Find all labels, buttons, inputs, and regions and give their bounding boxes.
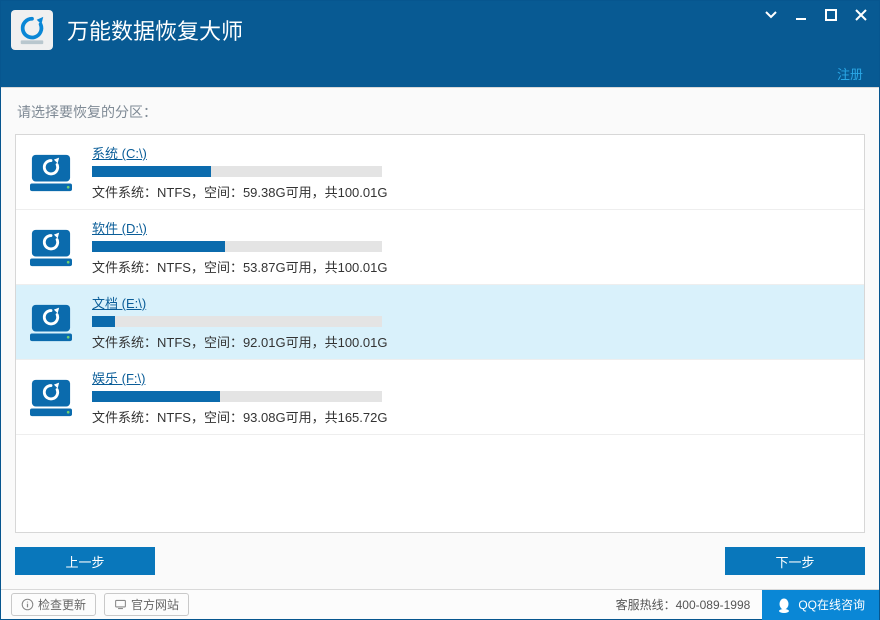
app-title: 万能数据恢复大师	[67, 14, 243, 46]
info-icon	[21, 598, 34, 611]
hotline: 客服热线：400-089-1998	[616, 596, 751, 613]
next-button[interactable]: 下一步	[725, 547, 865, 575]
qq-support-button[interactable]: QQ在线咨询	[762, 590, 879, 620]
close-icon[interactable]	[853, 7, 869, 23]
minimize-icon[interactable]	[793, 7, 809, 23]
partition-name: 软件 (D:\)	[92, 218, 147, 237]
usage-fill	[92, 166, 211, 177]
usage-fill	[92, 316, 115, 327]
partition-detail: 文件系统：NTFS，空间：92.01G可用，共100.01G	[92, 332, 854, 351]
register-link[interactable]: 注册	[837, 64, 863, 83]
usage-bar	[92, 316, 382, 327]
app-window: 万能数据恢复大师 注册 请选择要恢复的分区： 系统 (C:\) 文件系统：NTF…	[0, 0, 880, 620]
footer: 检查更新 官方网站 客服热线：400-089-1998 QQ在线咨询	[1, 589, 879, 619]
partition-row[interactable]: 软件 (D:\) 文件系统：NTFS，空间：53.87G可用，共100.01G	[16, 210, 864, 285]
titlebar: 万能数据恢复大师	[1, 1, 879, 59]
usage-bar	[92, 166, 382, 177]
partition-detail: 文件系统：NTFS，空间：59.38G可用，共100.01G	[92, 182, 854, 201]
partition-name: 娱乐 (F:\)	[92, 368, 145, 387]
maximize-icon[interactable]	[823, 7, 839, 23]
register-bar: 注册	[1, 59, 879, 87]
app-logo	[11, 10, 53, 50]
content-area: 请选择要恢复的分区： 系统 (C:\) 文件系统：NTFS，空间：59.38G可…	[1, 87, 879, 589]
dropdown-icon[interactable]	[763, 7, 779, 23]
disk-icon	[26, 300, 76, 344]
usage-fill	[92, 391, 220, 402]
window-controls	[763, 7, 869, 23]
partition-list: 系统 (C:\) 文件系统：NTFS，空间：59.38G可用，共100.01G …	[15, 134, 865, 533]
prev-button[interactable]: 上一步	[15, 547, 155, 575]
partition-detail: 文件系统：NTFS，空间：53.87G可用，共100.01G	[92, 257, 854, 276]
partition-row[interactable]: 系统 (C:\) 文件系统：NTFS，空间：59.38G可用，共100.01G	[16, 135, 864, 210]
monitor-icon	[114, 598, 127, 611]
prompt-text: 请选择要恢复的分区：	[1, 88, 879, 134]
usage-bar	[92, 241, 382, 252]
usage-fill	[92, 241, 225, 252]
partition-row[interactable]: 文档 (E:\) 文件系统：NTFS，空间：92.01G可用，共100.01G	[16, 285, 864, 360]
official-website-button[interactable]: 官方网站	[104, 593, 189, 616]
partition-detail: 文件系统：NTFS，空间：93.08G可用，共165.72G	[92, 407, 854, 426]
partition-info: 娱乐 (F:\) 文件系统：NTFS，空间：93.08G可用，共165.72G	[92, 368, 854, 426]
partition-info: 软件 (D:\) 文件系统：NTFS，空间：53.87G可用，共100.01G	[92, 218, 854, 276]
partition-name: 文档 (E:\)	[92, 293, 146, 312]
official-website-label: 官方网站	[131, 596, 179, 613]
qq-icon	[776, 597, 792, 613]
partition-info: 文档 (E:\) 文件系统：NTFS，空间：92.01G可用，共100.01G	[92, 293, 854, 351]
usage-bar	[92, 391, 382, 402]
check-update-button[interactable]: 检查更新	[11, 593, 96, 616]
nav-buttons: 上一步 下一步	[1, 533, 879, 589]
partition-row[interactable]: 娱乐 (F:\) 文件系统：NTFS，空间：93.08G可用，共165.72G	[16, 360, 864, 435]
check-update-label: 检查更新	[38, 596, 86, 613]
qq-support-label: QQ在线咨询	[798, 596, 865, 613]
disk-icon	[26, 225, 76, 269]
partition-info: 系统 (C:\) 文件系统：NTFS，空间：59.38G可用，共100.01G	[92, 143, 854, 201]
disk-icon	[26, 375, 76, 419]
partition-name: 系统 (C:\)	[92, 143, 147, 162]
disk-icon	[26, 150, 76, 194]
